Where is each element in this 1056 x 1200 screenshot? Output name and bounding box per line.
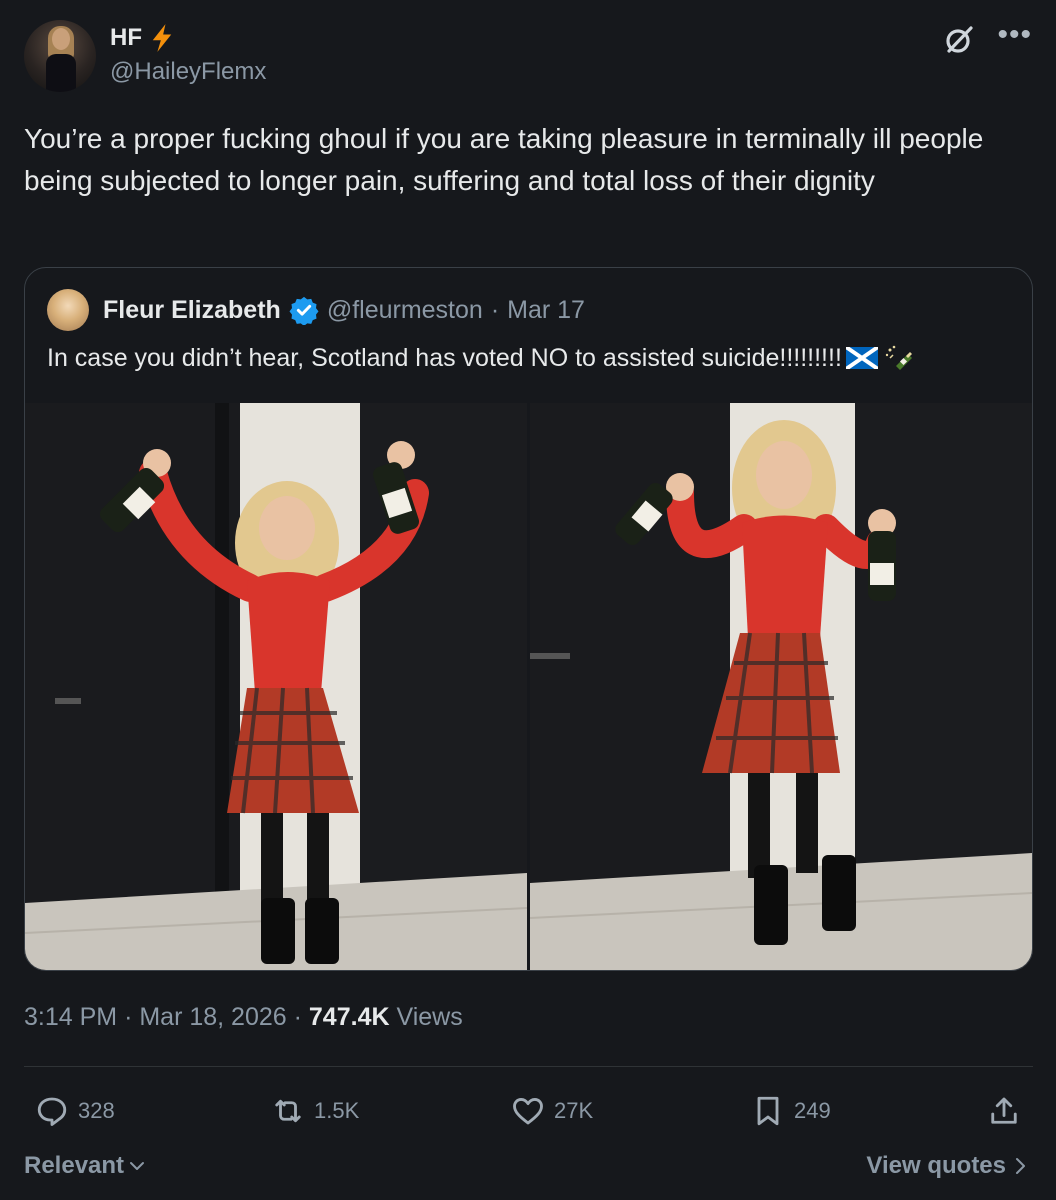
reply-button[interactable]: 328 xyxy=(34,1093,115,1129)
bookmark-button[interactable]: 249 xyxy=(750,1093,831,1129)
like-button[interactable]: 27K xyxy=(510,1093,593,1129)
quoted-avatar[interactable] xyxy=(47,289,89,331)
sort-dropdown[interactable]: Relevant xyxy=(24,1152,146,1180)
quoted-text: In case you didn’t hear, Scotland has vo… xyxy=(47,344,842,372)
more-icon[interactable]: ••• xyxy=(997,20,1032,50)
author-handle[interactable]: @HaileyFlemx xyxy=(110,58,266,86)
repost-icon xyxy=(275,1099,301,1123)
avatar-face xyxy=(52,28,70,50)
quoted-photo-2[interactable] xyxy=(530,403,1032,970)
author-name-row[interactable]: HF xyxy=(110,22,176,54)
chevron-right-icon xyxy=(1016,1158,1025,1174)
bookmark-count: 249 xyxy=(794,1098,831,1123)
reply-count: 328 xyxy=(78,1098,115,1123)
quoted-date[interactable]: Mar 17 xyxy=(507,296,585,325)
quoted-photo-1[interactable] xyxy=(25,403,527,970)
photo-2-illustration xyxy=(530,403,1032,970)
quoted-display-name[interactable]: Fleur Elizabeth xyxy=(103,296,281,325)
scotland-flag-icon xyxy=(845,347,878,369)
view-quotes-label: View quotes xyxy=(866,1152,1006,1179)
repost-button[interactable]: 1.5K xyxy=(270,1093,359,1129)
avatar-dress xyxy=(46,54,76,92)
quoted-header: Fleur Elizabeth @fleurmeston · Mar 17 xyxy=(47,289,585,331)
grok-icon[interactable] xyxy=(943,24,975,56)
author-avatar[interactable] xyxy=(24,20,96,92)
views-count: 747.4K xyxy=(308,1003,390,1031)
author-display-name[interactable]: HF xyxy=(110,24,142,52)
verified-badge-icon xyxy=(289,296,319,325)
lightning-bolt-icon xyxy=(152,24,172,52)
views-label: Views xyxy=(396,1003,463,1031)
heart-icon xyxy=(513,1098,543,1125)
quoted-tweet[interactable]: Fleur Elizabeth @fleurmeston · Mar 17 In… xyxy=(24,267,1033,971)
bookmark-icon xyxy=(757,1096,779,1126)
meta-separator: · xyxy=(293,1003,302,1031)
tweet-timestamp: 3:14 PM · Mar 18, 2026 · 747.4K Views xyxy=(24,1003,463,1032)
repost-count: 1.5K xyxy=(314,1098,360,1123)
reply-icon xyxy=(37,1097,67,1126)
tweet-top-actions: ••• xyxy=(943,20,1032,56)
divider xyxy=(24,1066,1033,1067)
chevron-down-icon xyxy=(130,1162,145,1170)
champagne-bottle-icon xyxy=(885,345,912,370)
tweet-date[interactable]: Mar 18, 2026 xyxy=(139,1003,286,1031)
like-count: 27K xyxy=(554,1098,594,1123)
tweet-text: You’re a proper fucking ghoul if you are… xyxy=(24,123,984,196)
view-quotes-link[interactable]: View quotes xyxy=(866,1152,1028,1180)
quoted-separator: · xyxy=(490,295,500,324)
quoted-handle[interactable]: @fleurmeston xyxy=(327,296,483,325)
sort-label: Relevant xyxy=(24,1152,125,1179)
tweet-time[interactable]: 3:14 PM xyxy=(24,1003,117,1031)
photo-1-illustration xyxy=(25,403,527,970)
meta-separator: · xyxy=(124,1003,133,1031)
share-icon xyxy=(991,1097,1017,1124)
share-button[interactable] xyxy=(986,1093,1022,1129)
quoted-text-row: In case you didn’t hear, Scotland has vo… xyxy=(47,340,916,376)
